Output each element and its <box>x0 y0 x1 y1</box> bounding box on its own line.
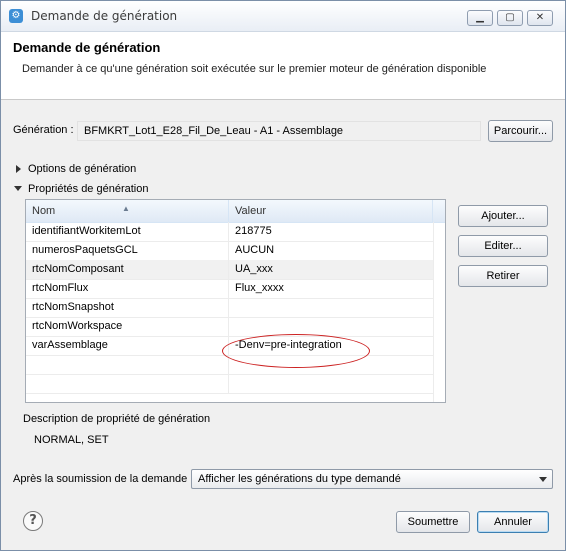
maximize-button[interactable]: ▢ <box>497 10 523 26</box>
after-submit-label: Après la soumission de la demande : <box>13 473 194 485</box>
chevron-down-icon <box>539 477 547 482</box>
empty-cell <box>26 374 229 393</box>
property-name: identifiantWorkitemLot <box>26 222 229 241</box>
property-name: varAssemblage <box>26 336 229 355</box>
table-row-empty[interactable] <box>26 374 433 394</box>
property-name: rtcNomWorkspace <box>26 317 229 336</box>
table-header: Nom ▲ Valeur <box>26 200 445 223</box>
properties-section-toggle[interactable]: Propriétés de génération <box>28 183 148 195</box>
close-icon: ✕ <box>535 12 545 23</box>
page-title: Demande de génération <box>13 40 161 55</box>
table-row[interactable]: numerosPaquetsGCL AUCUN <box>26 241 433 261</box>
column-header-name[interactable]: Nom ▲ <box>26 200 229 222</box>
title-bar: ⚙ Demande de génération ▁ ▢ ✕ <box>1 1 565 32</box>
edit-button[interactable]: Editer... <box>458 235 548 257</box>
remove-button[interactable]: Retirer <box>458 265 548 287</box>
annotation-oval <box>222 334 370 368</box>
description-value: NORMAL, SET <box>34 434 109 446</box>
property-name: rtcNomComposant <box>26 260 229 279</box>
browse-button[interactable]: Parcourir... <box>488 120 553 142</box>
property-value <box>229 317 433 336</box>
description-label: Description de propriété de génération <box>23 413 211 425</box>
submit-button[interactable]: Soumettre <box>396 511 470 533</box>
property-name: rtcNomFlux <box>26 279 229 298</box>
table-row-selected[interactable]: rtcNomComposant UA_xxx <box>26 260 433 280</box>
property-value: Flux_xxxx <box>235 282 284 294</box>
dialog-window: ⚙ Demande de génération ▁ ▢ ✕ Demande de… <box>0 0 566 551</box>
cancel-button[interactable]: Annuler <box>477 511 549 533</box>
window-title: Demande de génération <box>31 9 178 23</box>
property-name: numerosPaquetsGCL <box>26 241 229 260</box>
maximize-icon: ▢ <box>505 12 515 23</box>
property-name: rtcNomSnapshot <box>26 298 229 317</box>
table-row[interactable]: identifiantWorkitemLot 218775 <box>26 222 433 242</box>
expand-arrow-icon[interactable] <box>16 165 21 173</box>
properties-table[interactable]: Nom ▲ Valeur identifiantWorkitemLot 2187… <box>25 199 446 403</box>
app-icon: ⚙ <box>9 9 23 23</box>
table-divider <box>433 222 434 402</box>
empty-cell <box>26 355 229 374</box>
header-banner: Demande de génération Demander à ce qu'u… <box>1 32 565 86</box>
help-icon[interactable]: ? <box>23 511 43 531</box>
close-button[interactable]: ✕ <box>527 10 553 26</box>
page-description: Demander à ce qu'une génération soit exé… <box>22 63 487 75</box>
column-header-value[interactable]: Valeur <box>229 200 433 222</box>
add-button[interactable]: Ajouter... <box>458 205 548 227</box>
property-value: 218775 <box>235 225 272 237</box>
table-row[interactable]: rtcNomWorkspace <box>26 317 433 337</box>
options-section-toggle[interactable]: Options de génération <box>28 163 136 175</box>
property-value <box>229 298 433 317</box>
empty-cell <box>229 374 433 393</box>
table-row[interactable]: rtcNomFlux Flux_xxxx <box>26 279 433 299</box>
collapse-arrow-icon[interactable] <box>14 186 22 191</box>
after-submit-selected-value: Afficher les générations du type demandé <box>198 473 401 485</box>
property-value: AUCUN <box>235 244 275 256</box>
generation-field[interactable]: BFMKRT_Lot1_E28_Fil_De_Leau - A1 - Assem… <box>77 121 481 141</box>
minimize-icon: ▁ <box>476 12 484 23</box>
after-submit-select[interactable]: Afficher les générations du type demandé <box>191 469 553 489</box>
property-value: UA_xxx <box>235 263 273 275</box>
table-row[interactable]: rtcNomSnapshot <box>26 298 433 318</box>
generation-label: Génération : <box>13 124 74 136</box>
sort-ascending-icon: ▲ <box>122 204 130 213</box>
minimize-button[interactable]: ▁ <box>467 10 493 26</box>
